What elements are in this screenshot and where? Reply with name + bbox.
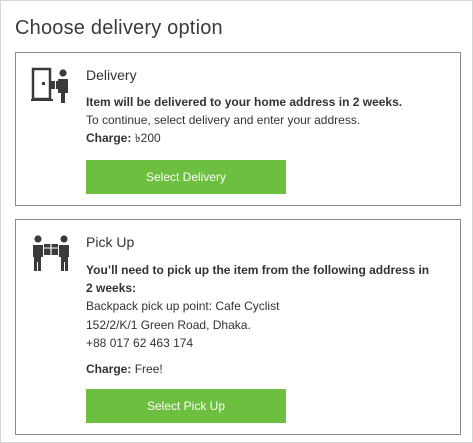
- delivery-charge: Charge: ৳200: [86, 129, 161, 147]
- delivery-option-card[interactable]: Delivery Item will be delivered to your …: [15, 52, 461, 206]
- delivery-title: Delivery: [86, 67, 137, 83]
- delivery-description: Item will be delivered to your home addr…: [86, 95, 403, 109]
- delivery-door-icon: [31, 67, 71, 107]
- delivery-instruction: To continue, select delivery and enter y…: [86, 113, 361, 127]
- pickup-charge-label: Charge:: [86, 362, 132, 376]
- pickup-address: 152/2/K/1 Green Road, Dhaka.: [86, 318, 251, 332]
- pickup-description-line1: You’ll need to pick up the item from the…: [86, 263, 430, 277]
- delivery-charge-label: Charge:: [86, 131, 132, 145]
- pickup-description-line2: 2 weeks:: [86, 281, 137, 295]
- pickup-charge: Charge: Free!: [86, 360, 163, 378]
- pickup-charge-value: Free!: [134, 362, 163, 376]
- select-delivery-button[interactable]: Select Delivery: [86, 160, 286, 194]
- page-title: Choose delivery option: [15, 17, 223, 39]
- pickup-option-card[interactable]: Pick Up You’ll need to pick up the item …: [15, 219, 461, 435]
- pickup-point-name: Backpack pick up point: Cafe Cyclist: [86, 299, 280, 313]
- delivery-charge-value: ৳200: [134, 131, 161, 145]
- pickup-phone: +88 017 62 463 174: [86, 336, 194, 350]
- handover-icon: [31, 234, 71, 274]
- select-pickup-button[interactable]: Select Pick Up: [86, 389, 286, 423]
- pickup-title: Pick Up: [86, 234, 135, 250]
